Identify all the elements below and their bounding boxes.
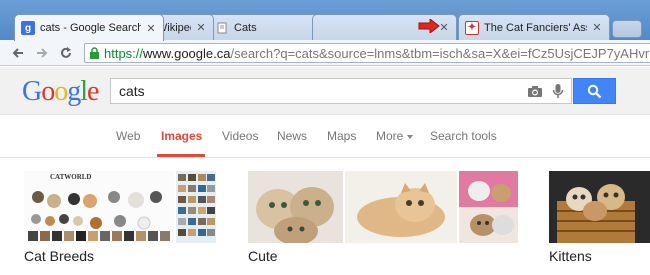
tab-cats[interactable]: Cats — [208, 14, 318, 40]
url-host: www.google.ca — [143, 45, 231, 61]
more-label: More — [376, 129, 404, 143]
search-button[interactable] — [573, 78, 616, 104]
tab-title: The Cat Fanciers' Associat — [484, 21, 587, 34]
close-icon[interactable]: ✕ — [195, 21, 207, 34]
reload-icon — [61, 46, 71, 58]
forward-button[interactable] — [30, 42, 54, 64]
page-loading-icon — [215, 21, 229, 35]
category-card-cute[interactable] — [248, 171, 518, 243]
reload-button[interactable] — [54, 42, 78, 64]
tab-more[interactable]: More — [376, 129, 414, 143]
close-icon[interactable]: ✕ — [591, 21, 603, 34]
search-input[interactable] — [119, 83, 525, 99]
tab-search-tools[interactable]: Search tools — [430, 129, 497, 143]
tab-images[interactable]: Images — [161, 129, 202, 143]
caret-down-icon — [407, 134, 414, 139]
google-header: Google — [0, 67, 650, 115]
tab-news[interactable]: News — [277, 129, 307, 143]
tab-videos[interactable]: Videos — [222, 129, 258, 143]
url-path: /search?q=cats&source=lnms&tbm=isch&sa=X… — [230, 45, 650, 61]
back-arrow-icon — [12, 47, 23, 58]
active-tab-indicator — [157, 154, 205, 157]
tab-title: cats - Google Search — [40, 22, 141, 34]
tab-maps[interactable]: Maps — [327, 129, 356, 143]
browser-toolbar: https://www.google.ca/search?q=cats&sour… — [0, 40, 650, 66]
forward-arrow-icon — [37, 47, 48, 58]
close-icon[interactable]: ✕ — [145, 22, 157, 35]
search-icon — [587, 84, 602, 98]
browser-window: W Cat - Wikipedia, the free e ✕ Cats ✕ ✦… — [0, 0, 650, 275]
category-card-cat-breeds[interactable]: CATWORLD — [24, 171, 216, 243]
category-label-cat-breeds[interactable]: Cat Breeds — [24, 248, 94, 264]
cute-kittens-image-3 — [459, 171, 518, 243]
catworld-label: CATWORLD — [50, 173, 92, 181]
cat-breeds-collage-image: CATWORLD — [24, 171, 174, 243]
cute-kittens-image-1 — [248, 171, 343, 243]
tab-web[interactable]: Web — [116, 129, 140, 143]
url-scheme: https:// — [104, 45, 144, 61]
category-card-kittens[interactable] — [549, 171, 650, 243]
cute-kitten-image-2 — [345, 171, 457, 243]
tab-google-search[interactable]: g cats - Google Search ✕ — [14, 14, 164, 41]
google-logo[interactable]: Google — [22, 76, 99, 108]
search-box — [110, 78, 572, 104]
new-tab-button[interactable] — [612, 20, 642, 38]
cat-breeds-chart-image — [176, 171, 216, 243]
camera-icon[interactable] — [525, 81, 545, 101]
search-type-nav: Web Images Videos News Maps More Search … — [0, 116, 650, 158]
address-bar[interactable]: https://www.google.ca/search?q=cats&sour… — [84, 43, 650, 63]
back-button[interactable] — [6, 42, 30, 64]
cfa-icon: ✦ — [465, 20, 479, 35]
tab-strip: W Cat - Wikipedia, the free e ✕ Cats ✕ ✦… — [0, 0, 650, 41]
red-arrow-annotation-icon — [418, 19, 440, 33]
google-g-icon: g — [21, 21, 35, 35]
category-label-cute[interactable]: Cute — [248, 248, 278, 264]
tab-cat-fanciers[interactable]: ✦ The Cat Fanciers' Associat ✕ — [458, 14, 610, 40]
tab-title: Cats — [234, 21, 257, 34]
category-label-kittens[interactable]: Kittens — [549, 248, 592, 264]
lock-icon — [89, 46, 100, 60]
kittens-basket-image — [549, 171, 650, 243]
microphone-icon[interactable] — [548, 81, 568, 101]
